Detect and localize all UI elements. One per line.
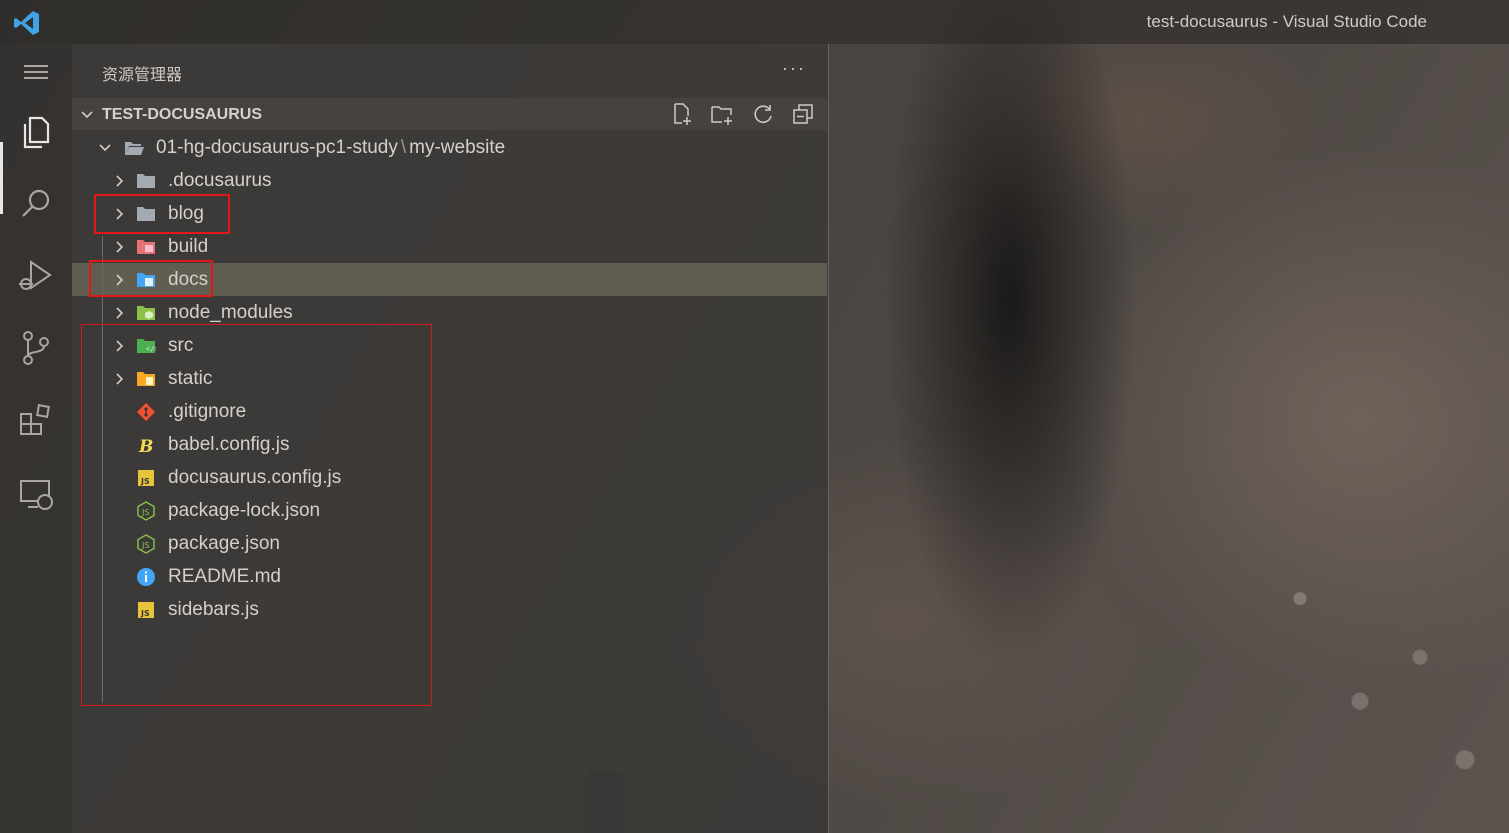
new-file-icon[interactable]: [670, 102, 694, 126]
remote-explorer-icon[interactable]: [16, 474, 56, 514]
node-modules-folder-icon: [137, 306, 155, 320]
root-folder-label: 01-hg-docusaurus-pc1-study \ my-website: [156, 131, 505, 164]
annotation-box-files: [81, 324, 432, 706]
title-bar: test-docusaurus - Visual Studio Code: [0, 0, 1509, 44]
window-title: test-docusaurus - Visual Studio Code: [1146, 12, 1427, 31]
new-folder-icon[interactable]: [710, 102, 734, 126]
workspace-section-header[interactable]: TEST-DOCUSAURUS: [72, 98, 827, 130]
annotation-box-blog: [94, 194, 230, 234]
source-control-icon[interactable]: [16, 328, 56, 368]
workspace-title: TEST-DOCUSAURUS: [102, 106, 263, 123]
more-actions-button[interactable]: ···: [782, 58, 806, 79]
tree-item-label: build: [168, 236, 209, 257]
path-separator: \: [400, 137, 407, 158]
active-indicator: [0, 142, 3, 214]
run-debug-icon[interactable]: [16, 256, 56, 296]
explorer-sidebar: 资源管理器 ··· TEST-DOCUSAURUS 01-hg-docusaur…: [72, 44, 829, 833]
explorer-icon[interactable]: [16, 112, 56, 152]
build-folder-icon: [137, 240, 155, 254]
chevron-down-icon: [81, 111, 93, 119]
folder-icon: [137, 174, 155, 188]
tree-root-folder[interactable]: 01-hg-docusaurus-pc1-study \ my-website: [72, 131, 827, 164]
tree-item-docusaurus[interactable]: .docusaurus: [72, 164, 827, 197]
root-path-right: my-website: [409, 137, 506, 158]
chevron-right-icon: [116, 241, 124, 253]
search-icon[interactable]: [16, 184, 56, 224]
chevron-right-icon: [116, 307, 124, 319]
refresh-icon[interactable]: [751, 102, 775, 126]
folder-open-icon: [125, 142, 144, 155]
chevron-down-icon: [99, 144, 111, 152]
chevron-right-icon: [116, 175, 124, 187]
tree-item-build[interactable]: build: [72, 230, 827, 263]
root-path-left: 01-hg-docusaurus-pc1-study: [156, 137, 398, 158]
sidebar-title: 资源管理器: [102, 65, 183, 84]
extensions-icon[interactable]: [16, 400, 56, 440]
section-actions: [658, 102, 815, 126]
annotation-box-docs: [89, 260, 213, 297]
activity-bar: [0, 44, 72, 833]
tree-item-label: .docusaurus: [168, 170, 272, 191]
collapse-all-icon[interactable]: [791, 102, 815, 126]
wallpaper-necklace: [1210, 540, 1509, 833]
vscode-logo-icon: [14, 11, 39, 35]
menu-icon[interactable]: [16, 52, 56, 92]
